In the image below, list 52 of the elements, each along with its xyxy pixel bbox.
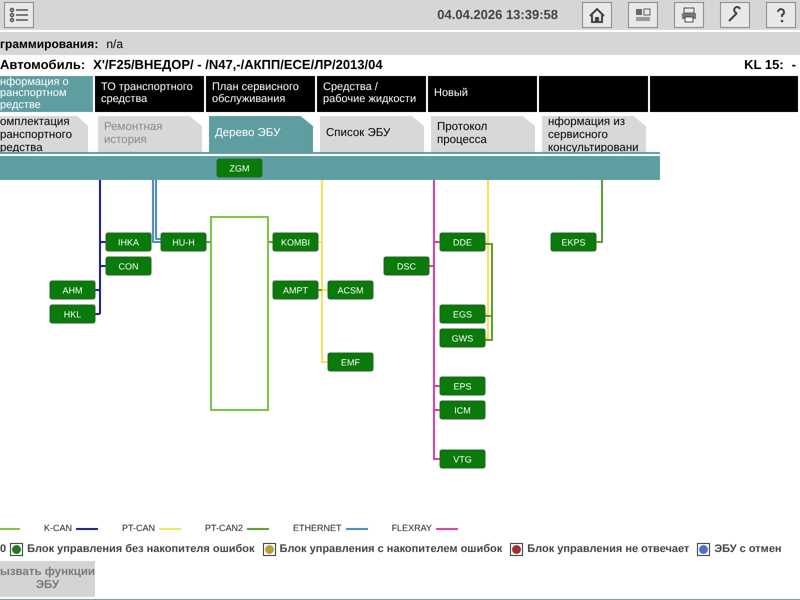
print-button[interactable] (674, 2, 704, 28)
ecu-node[interactable]: VTG (440, 450, 486, 468)
program-label: граммирования: (0, 36, 98, 52)
datetime-label: 04.04.2026 13:39:58 (437, 6, 558, 24)
legend-text: 0 (0, 542, 6, 557)
ecu-node[interactable]: AMPT (272, 280, 318, 300)
menu-button[interactable] (4, 2, 34, 28)
legend-label: K-CAN (44, 522, 72, 536)
vehicle-value: X'/F25/ВНЕДОР/ - /N47,-/АКПП/ЕСЕ/ЛР/2013/04 (93, 56, 383, 74)
kl15-value: - (792, 56, 796, 74)
help-button[interactable] (766, 2, 796, 28)
ecu-node[interactable]: IHKA (106, 232, 152, 252)
connector-line (596, 180, 603, 243)
ecu-node[interactable]: ICM (440, 400, 486, 420)
ecu-node[interactable]: EKPS (550, 232, 596, 252)
sub-tab[interactable]: Дерево ЭБУ (209, 116, 313, 152)
ecu-node[interactable]: DSC (384, 256, 430, 276)
legend-label: PT-CAN (122, 522, 156, 536)
legend-text: Блок управления не отвечает (527, 542, 690, 557)
legend-label: PT-CAN2 (205, 522, 244, 536)
ecu-node[interactable]: ACSM (328, 280, 374, 300)
kl15-label: KL 15: (744, 56, 784, 74)
vehicle-label: Автомобиль: (0, 56, 86, 74)
legend-label: FLEXRAY (392, 522, 432, 536)
connector-line (152, 179, 162, 243)
windows-button[interactable] (628, 2, 658, 28)
list-icon (9, 7, 29, 23)
legend-text: ЭБУ с отмен (714, 542, 782, 557)
main-tab[interactable]: нформация о ранспортном редстве (0, 76, 95, 112)
tools-button[interactable] (720, 2, 750, 28)
ecu-node[interactable]: KOMBI (272, 232, 318, 252)
printer-icon (679, 5, 699, 25)
ecu-node[interactable]: ZGM (216, 158, 262, 178)
ecu-node[interactable]: HU-H (160, 232, 206, 252)
ecu-node[interactable]: EMF (328, 352, 374, 372)
ecu-node[interactable]: EPS (440, 376, 486, 396)
sub-tab[interactable]: Протокол процесса (431, 116, 535, 152)
home-button[interactable] (582, 2, 612, 28)
sub-tab[interactable]: нформация из сервисного консультировани (542, 116, 646, 152)
home-icon (587, 5, 607, 25)
ecu-node[interactable]: EGS (440, 304, 486, 324)
legend-text: Блок управления без накопителя ошибок (27, 542, 255, 557)
ecu-node[interactable]: AHM (50, 280, 96, 300)
legend-text: Блок управления с накопителем ошибок (280, 542, 502, 557)
legend-label: ETHERNET (293, 522, 342, 536)
ecu-node[interactable]: CON (106, 256, 152, 276)
sub-tab[interactable]: омплектация ранспортного редства (0, 116, 88, 152)
ecu-node[interactable]: DDE (440, 232, 486, 252)
program-value: n/a (106, 36, 123, 52)
ecu-node[interactable]: GWS (440, 328, 486, 348)
ecu-node[interactable]: HKL (50, 304, 96, 324)
sub-tab[interactable]: Список ЭБУ (320, 116, 424, 152)
